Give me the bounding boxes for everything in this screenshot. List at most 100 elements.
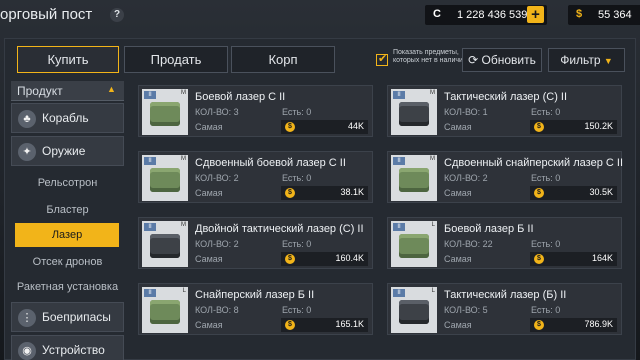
coin-icon: $ bbox=[534, 254, 544, 264]
item-owned: Есть: 0 bbox=[282, 305, 312, 315]
size-label: M bbox=[430, 90, 435, 96]
item-card[interactable]: II M Тактический лазер (С) II КОЛ-ВО: 1 … bbox=[387, 85, 622, 137]
item-name: Снайперский лазер Б II bbox=[195, 289, 315, 301]
lowest-price-label: Самая bbox=[195, 320, 223, 330]
size-label: M bbox=[181, 156, 186, 162]
credits-icon: C bbox=[433, 8, 441, 20]
item-card[interactable]: II M Сдвоенный снайперский лазер С II КО… bbox=[387, 151, 623, 203]
coin-icon: $ bbox=[285, 188, 295, 198]
item-qty: КОЛ-ВО: 2 bbox=[195, 173, 239, 183]
coin-icon: $ bbox=[285, 320, 295, 330]
sidebar-subitem-drone-bay[interactable]: Отсек дронов bbox=[11, 250, 124, 274]
item-owned: Есть: 0 bbox=[531, 107, 561, 117]
show-unavailable-checkbox[interactable]: ✔ bbox=[376, 53, 388, 66]
price-box: $ 38.1K bbox=[281, 186, 368, 200]
tier-badge: II bbox=[393, 223, 405, 231]
sidebar-item-ship[interactable]: ♣ Корабль bbox=[11, 103, 124, 133]
item-owned: Есть: 0 bbox=[282, 173, 312, 183]
tier-badge: II bbox=[393, 289, 405, 297]
coin-icon: $ bbox=[285, 122, 295, 132]
item-thumbnail: II M bbox=[142, 221, 188, 267]
item-name: Сдвоенный боевой лазер С II bbox=[195, 157, 346, 169]
item-name: Тактический лазер (С) II bbox=[444, 91, 568, 103]
item-card[interactable]: II L Тактический лазер (Б) II КОЛ-ВО: 5 … bbox=[387, 283, 622, 335]
laser-icon bbox=[150, 168, 180, 192]
item-thumbnail: II M bbox=[142, 155, 188, 201]
item-name: Двойной тактический лазер (С) II bbox=[195, 223, 364, 235]
size-label: M bbox=[430, 156, 435, 162]
lowest-price-label: Самая bbox=[444, 188, 472, 198]
refresh-icon: ⟳ bbox=[468, 53, 479, 67]
lowest-price-label: Самая bbox=[444, 254, 472, 264]
tier-badge: II bbox=[144, 289, 156, 297]
product-header-label: Продукт bbox=[17, 84, 63, 98]
tier-badge: II bbox=[393, 157, 405, 165]
item-thumbnail: II L bbox=[142, 287, 188, 333]
item-price: 30.5K bbox=[589, 187, 613, 197]
sidebar-item-device[interactable]: ◉ Устройство bbox=[11, 335, 124, 360]
refresh-label: Обновить bbox=[481, 53, 536, 67]
laser-icon bbox=[150, 102, 180, 126]
ship-icon: ♣ bbox=[18, 110, 36, 128]
item-owned: Есть: 0 bbox=[531, 173, 561, 183]
item-qty: КОЛ-ВО: 2 bbox=[195, 239, 239, 249]
sidebar-item-label: Корабль bbox=[42, 111, 89, 125]
price-box: $ 165.1K bbox=[281, 318, 368, 332]
market-panel: Купить Продать Корп ✔ Показать предметы,… bbox=[4, 38, 636, 360]
laser-icon bbox=[150, 300, 180, 324]
item-price: 150.2K bbox=[584, 121, 613, 131]
tab-corp[interactable]: Корп bbox=[231, 46, 335, 73]
add-credits-button[interactable]: + bbox=[527, 6, 544, 23]
item-card[interactable]: II M Боевой лазер С II КОЛ-ВО: 3 Есть: 0… bbox=[138, 85, 373, 137]
sidebar-item-label: Устройство bbox=[42, 343, 105, 357]
price-box: $ 44K bbox=[281, 120, 368, 134]
item-name: Боевой лазер С II bbox=[195, 91, 286, 103]
coin-icon: $ bbox=[534, 320, 544, 330]
item-price: 165.1K bbox=[335, 319, 364, 329]
ammo-icon: ⋮ bbox=[18, 309, 36, 327]
item-price: 44K bbox=[347, 121, 364, 131]
sidebar-subitem-laser[interactable]: Лазер bbox=[15, 223, 119, 247]
product-category-header[interactable]: Продукт ▲ bbox=[11, 81, 124, 101]
size-label: M bbox=[181, 90, 186, 96]
item-name: Боевой лазер Б II bbox=[444, 223, 534, 235]
money-value: 55 364 bbox=[598, 9, 632, 21]
chevron-up-icon: ▲ bbox=[107, 84, 116, 94]
filter-button[interactable]: Фильтр ▼ bbox=[548, 48, 625, 72]
sidebar-subitem-missile-launcher[interactable]: Ракетная установка bbox=[11, 275, 124, 299]
item-thumbnail: II M bbox=[391, 155, 437, 201]
filter-label: Фильтр bbox=[560, 53, 601, 67]
item-card[interactable]: II M Сдвоенный боевой лазер С II КОЛ-ВО:… bbox=[138, 151, 373, 203]
coin-icon: $ bbox=[534, 188, 544, 198]
price-box: $ 786.9K bbox=[530, 318, 617, 332]
price-box: $ 150.2K bbox=[530, 120, 617, 134]
help-icon[interactable]: ? bbox=[110, 8, 124, 22]
money-display: $ 55 364 bbox=[568, 5, 640, 25]
item-thumbnail: II M bbox=[391, 89, 437, 135]
page-title: орговый пост bbox=[0, 6, 93, 23]
item-price: 164K bbox=[591, 253, 613, 263]
credits-value: 1 228 436 539 bbox=[457, 9, 528, 21]
item-qty: КОЛ-ВО: 22 bbox=[444, 239, 493, 249]
item-name: Тактический лазер (Б) II bbox=[444, 289, 567, 301]
sidebar-item-label: Оружие bbox=[42, 144, 86, 158]
item-qty: КОЛ-ВО: 5 bbox=[444, 305, 488, 315]
item-card[interactable]: II L Боевой лазер Б II КОЛ-ВО: 22 Есть: … bbox=[387, 217, 622, 269]
size-label: L bbox=[431, 288, 435, 294]
show-unavailable-label: Показать предметы, которых нет в наличии bbox=[393, 49, 467, 64]
item-thumbnail: II M bbox=[142, 89, 188, 135]
laser-icon bbox=[399, 300, 429, 324]
refresh-button[interactable]: ⟳ Обновить bbox=[462, 48, 542, 72]
size-label: L bbox=[431, 222, 435, 228]
item-card[interactable]: II L Снайперский лазер Б II КОЛ-ВО: 8 Ес… bbox=[138, 283, 373, 335]
sidebar-subitem-blaster[interactable]: Бластер bbox=[11, 198, 124, 222]
item-thumbnail: II L bbox=[391, 221, 437, 267]
tab-sell[interactable]: Продать bbox=[124, 46, 228, 73]
item-card[interactable]: II M Двойной тактический лазер (С) II КО… bbox=[138, 217, 373, 269]
sidebar-item-ammo[interactable]: ⋮ Боеприпасы bbox=[11, 302, 124, 332]
sidebar-item-label: Боеприпасы bbox=[42, 310, 111, 324]
tab-buy[interactable]: Купить bbox=[17, 46, 119, 73]
sidebar-subitem-railgun[interactable]: Рельсотрон bbox=[11, 171, 124, 195]
sidebar-item-weapon[interactable]: ✦ Оружие bbox=[11, 136, 124, 166]
coin-icon: $ bbox=[285, 254, 295, 264]
